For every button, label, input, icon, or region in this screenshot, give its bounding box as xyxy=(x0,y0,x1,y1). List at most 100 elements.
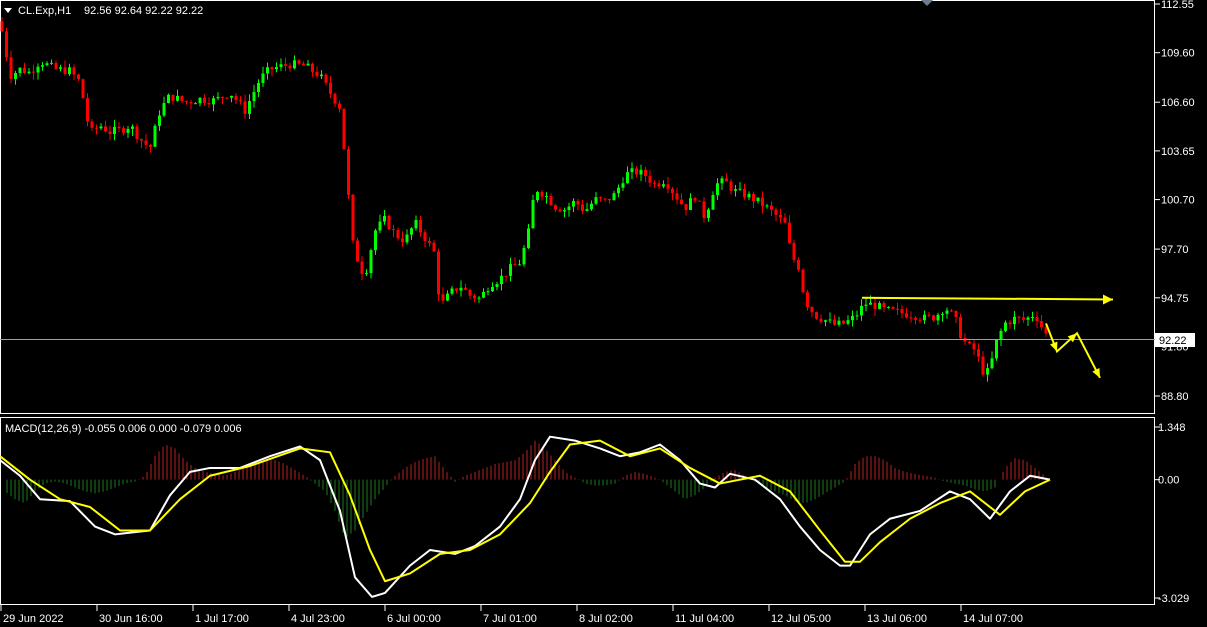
candle-body xyxy=(455,288,458,291)
candle-body xyxy=(986,368,989,375)
candle-body xyxy=(743,188,746,198)
candle-body xyxy=(563,210,566,212)
price-tick-label: 94.75 xyxy=(1161,293,1189,305)
candle-body xyxy=(158,115,161,126)
candle-body xyxy=(324,74,328,83)
candle-body xyxy=(801,269,805,293)
candle-body xyxy=(95,127,98,129)
candle-body xyxy=(599,197,602,199)
candle-body xyxy=(711,195,715,210)
candle-body xyxy=(387,215,391,230)
candle-body xyxy=(401,238,404,243)
candle-body xyxy=(356,240,359,262)
candle-body xyxy=(833,319,836,325)
candle-body xyxy=(923,314,926,321)
candle-body xyxy=(306,63,310,66)
candle-body xyxy=(810,307,814,313)
candle-body xyxy=(207,102,211,105)
candle-body xyxy=(545,196,548,198)
candle-body xyxy=(50,62,53,64)
candle-body xyxy=(419,219,422,233)
candle-body xyxy=(302,63,305,66)
candle-body xyxy=(869,302,872,305)
macd-tick-label: 0.00 xyxy=(1158,475,1179,487)
candle-body xyxy=(495,284,499,288)
candle-body xyxy=(9,57,13,79)
candle-body xyxy=(522,247,526,265)
candle-body xyxy=(54,62,58,69)
candle-body xyxy=(446,293,449,301)
candle-body xyxy=(486,291,490,293)
candle-body xyxy=(981,356,985,375)
candle-body xyxy=(32,71,35,73)
candle-body xyxy=(329,82,332,94)
candle-body xyxy=(657,183,661,187)
candle-body xyxy=(648,176,652,183)
candle-body xyxy=(144,140,148,145)
candle-body xyxy=(1035,317,1039,322)
candle-body xyxy=(243,101,247,114)
candle-body xyxy=(954,310,958,317)
candle-body xyxy=(558,209,562,212)
candle-body xyxy=(468,289,472,296)
candle-body xyxy=(180,95,184,101)
candle-body xyxy=(536,191,539,201)
candle-body xyxy=(441,294,445,301)
candle-body xyxy=(45,63,49,66)
candle-body xyxy=(216,96,220,99)
time-tick-label: 1 Jul 17:00 xyxy=(195,613,249,625)
candle-body xyxy=(275,67,278,70)
candle-body xyxy=(828,319,832,321)
candle-body xyxy=(162,103,166,116)
candle-body xyxy=(203,97,206,103)
price-tick-label: 88.80 xyxy=(1161,391,1189,403)
candle-body xyxy=(99,126,103,129)
price-tick-label: 106.60 xyxy=(1161,97,1195,109)
candle-body xyxy=(585,209,589,211)
candle-body xyxy=(131,126,134,129)
candle-body xyxy=(293,60,296,69)
candle-body xyxy=(108,131,112,135)
candle-body xyxy=(1013,316,1016,325)
price-tick-label: 97.70 xyxy=(1161,244,1189,256)
candle-body xyxy=(423,232,427,241)
candle-body xyxy=(122,128,125,133)
candle-body xyxy=(630,168,634,173)
candle-body xyxy=(63,67,67,75)
candle-body xyxy=(959,316,962,338)
candle-body xyxy=(90,121,94,128)
candle-body xyxy=(734,189,737,191)
candle-body xyxy=(333,93,337,104)
candle-body xyxy=(248,101,251,114)
candle-body xyxy=(513,264,517,266)
candle-body xyxy=(680,199,683,205)
candle-body xyxy=(788,222,791,243)
candle-body xyxy=(990,358,994,369)
candle-body xyxy=(891,306,895,309)
time-tick-label: 12 Jul 05:00 xyxy=(771,613,831,625)
candle-body xyxy=(284,64,287,66)
candle-body xyxy=(410,228,413,235)
candle-body xyxy=(977,349,980,357)
candle-body xyxy=(153,125,157,147)
candle-body xyxy=(126,128,130,133)
candle-body xyxy=(239,100,242,102)
candle-body xyxy=(257,83,260,93)
price-tick-label: 100.70 xyxy=(1161,195,1195,207)
candle-body xyxy=(567,206,571,211)
time-tick-label: 11 Jul 04:00 xyxy=(675,613,734,625)
candle-body xyxy=(266,67,269,74)
candle-body xyxy=(117,126,121,129)
candle-body xyxy=(198,97,202,104)
candle-body xyxy=(819,318,823,322)
candle-body xyxy=(167,94,170,104)
candle-body xyxy=(297,60,301,64)
candle-body xyxy=(225,97,229,99)
candle-body xyxy=(518,264,521,266)
trading-chart: 112.55 109.60 106.60 103.65 100.70 97.70 94.75… xyxy=(0,0,1207,627)
candle-body xyxy=(945,310,949,314)
candle-body xyxy=(653,182,656,184)
candle-body xyxy=(68,67,71,75)
candle-body xyxy=(779,214,782,218)
candle-body xyxy=(261,73,265,84)
